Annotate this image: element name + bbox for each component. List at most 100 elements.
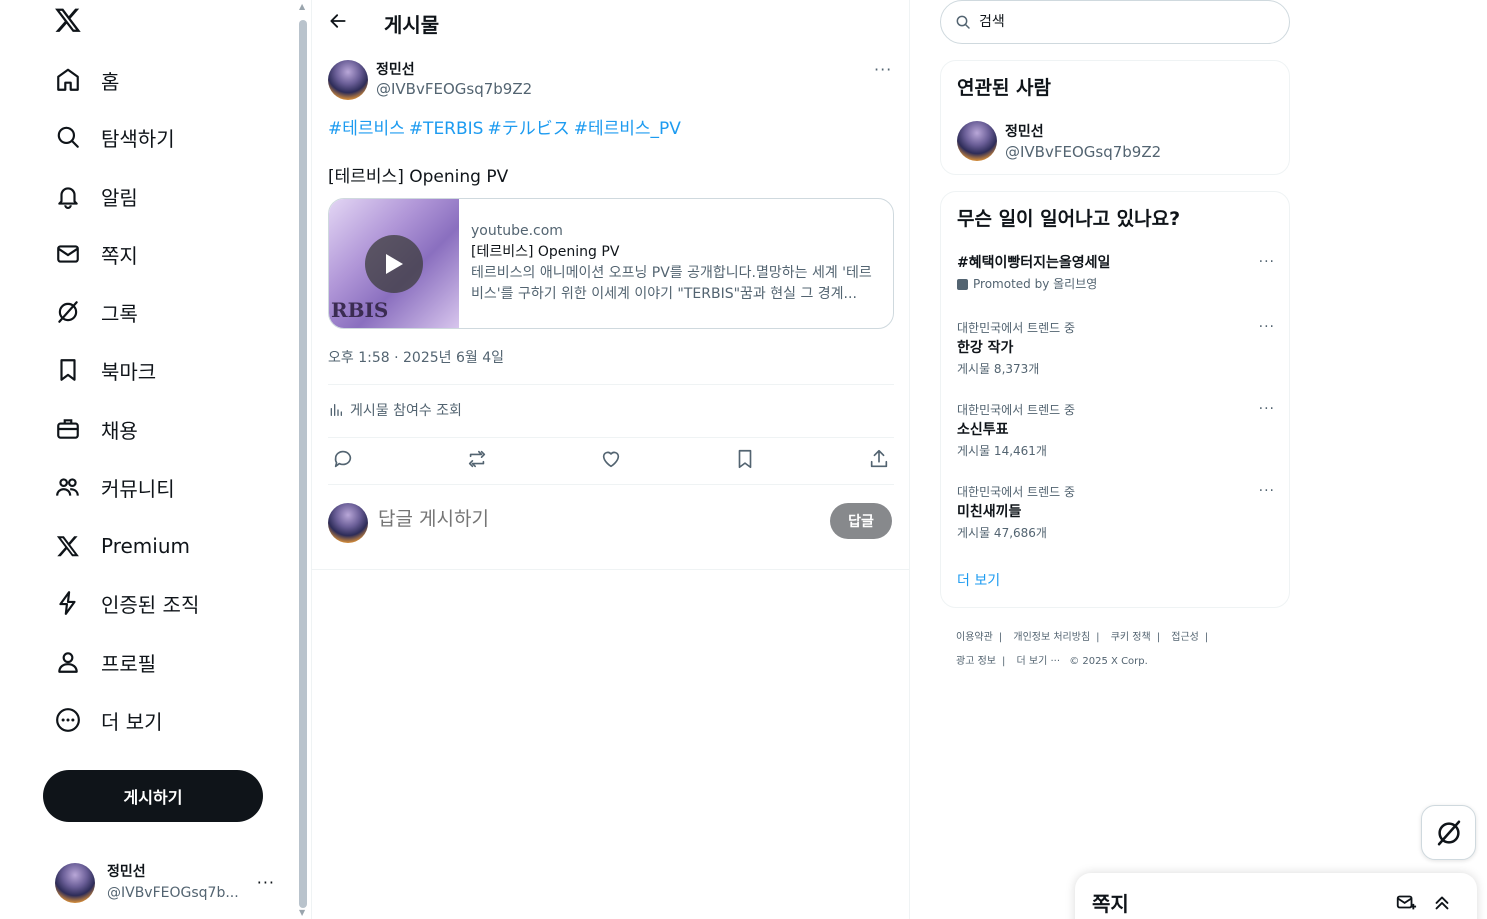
scrollbar[interactable]: ▲ ▼ xyxy=(296,0,311,919)
trend-context: 대한민국에서 트렌드 중 xyxy=(957,485,1076,499)
trend-item[interactable]: 대한민국에서 트렌드 중 한강 작가 게시물 8,373개 ··· xyxy=(957,319,1275,379)
nav-grok[interactable]: 그록 xyxy=(54,292,138,332)
nav-label: 북마크 xyxy=(101,359,157,384)
more-icon[interactable]: ··· xyxy=(1259,319,1275,335)
show-more-link[interactable]: 더 보기 xyxy=(957,570,1000,590)
post-button[interactable]: 게시하기 xyxy=(43,770,263,822)
scrollbar-thumb[interactable] xyxy=(299,20,307,908)
avatar[interactable] xyxy=(328,60,368,100)
nav-label: 홈 xyxy=(101,69,120,94)
nav-jobs[interactable]: 채용 xyxy=(54,409,138,449)
footer-link[interactable]: 쿠키 정책 xyxy=(1111,632,1151,643)
footer-link[interactable]: 더 보기 ··· xyxy=(1017,656,1061,667)
trend-item[interactable]: 대한민국에서 트렌드 중 미친새끼들 게시물 47,686개 ··· xyxy=(957,483,1275,543)
messages-drawer[interactable]: 쪽지 xyxy=(1075,873,1477,919)
more-circle-icon xyxy=(54,706,82,734)
nav-label: 커뮤니티 xyxy=(101,476,175,501)
like-icon[interactable] xyxy=(600,448,624,472)
post-engagements-link[interactable]: 게시물 참여수 조회 xyxy=(328,400,462,420)
hashtag-link[interactable]: #테르비스_PV xyxy=(574,119,681,139)
card-title: [테르비스] Opening PV xyxy=(471,244,620,260)
reply-input[interactable] xyxy=(378,508,798,530)
hashtag-link[interactable]: #テルビス xyxy=(487,119,569,139)
scroll-down-icon[interactable]: ▼ xyxy=(299,908,305,917)
trend-name: 소신투표 xyxy=(957,422,1009,438)
panel-title: 무슨 일이 일어나고 있나요? xyxy=(957,208,1181,230)
search-input[interactable] xyxy=(979,14,1269,30)
grok-float-button[interactable] xyxy=(1421,805,1476,860)
promoted-label: Promoted by 올리브영 xyxy=(957,274,1275,294)
nav-profile[interactable]: 프로필 xyxy=(54,642,156,682)
back-arrow-icon[interactable] xyxy=(328,11,350,33)
bookmark-icon xyxy=(54,356,82,384)
post-text: [테르비스] Opening PV xyxy=(328,167,509,187)
nav-communities[interactable]: 커뮤니티 xyxy=(54,467,175,507)
more-icon[interactable]: ··· xyxy=(874,60,892,79)
nav-verified-orgs[interactable]: 인증된 조직 xyxy=(54,583,199,623)
related-user-name[interactable]: 정민선 xyxy=(1005,121,1044,141)
nav-more[interactable]: 더 보기 xyxy=(54,700,163,740)
trend-item[interactable]: #혜택이빵터지는올영세일 Promoted by 올리브영 ··· xyxy=(957,252,1275,294)
x-logo-icon xyxy=(54,532,82,560)
nav-home[interactable]: 홈 xyxy=(54,60,119,100)
footer-link[interactable]: 광고 정보 xyxy=(956,656,996,667)
bookmark-icon[interactable] xyxy=(734,448,758,472)
nav-premium[interactable]: Premium xyxy=(54,526,190,566)
footer-link[interactable]: 접근성 xyxy=(1171,632,1199,643)
nav-notifications[interactable]: 알림 xyxy=(54,176,138,216)
more-icon[interactable]: ··· xyxy=(1259,254,1275,270)
avatar xyxy=(55,863,95,903)
more-icon[interactable]: ··· xyxy=(1259,401,1275,417)
grok-icon xyxy=(1434,818,1464,848)
account-name: 정민선 xyxy=(107,864,146,880)
post-author-name[interactable]: 정민선 xyxy=(376,59,415,79)
nav-label: 알림 xyxy=(101,185,138,210)
nav-label: 채용 xyxy=(101,418,138,443)
video-thumbnail[interactable]: RBIS xyxy=(329,199,459,328)
post-timestamp[interactable]: 오후 1:58 · 2025년 6월 4일 xyxy=(328,347,504,367)
hashtag-link[interactable]: #테르비스 xyxy=(328,119,405,139)
bell-icon xyxy=(54,182,82,210)
post-author-handle[interactable]: @IVBvFEOGsq7b9Z2 xyxy=(376,80,532,98)
x-logo-icon[interactable] xyxy=(54,6,84,36)
more-icon[interactable]: ··· xyxy=(257,873,275,892)
search-icon xyxy=(54,123,82,151)
analytics-icon xyxy=(328,402,350,418)
trend-context: 대한민국에서 트렌드 중 xyxy=(957,321,1076,335)
avatar[interactable] xyxy=(957,121,997,161)
reply-button[interactable]: 답글 xyxy=(830,503,892,539)
share-icon[interactable] xyxy=(868,448,892,472)
footer-link[interactable]: 이용약관 xyxy=(956,632,993,643)
hashtag-link[interactable]: #TERBIS xyxy=(409,119,484,139)
grok-icon xyxy=(54,298,82,326)
divider xyxy=(328,437,894,438)
related-user-handle[interactable]: @IVBvFEOGsq7b9Z2 xyxy=(1005,143,1161,161)
reply-icon[interactable] xyxy=(332,448,356,472)
nav-bookmarks[interactable]: 북마크 xyxy=(54,350,156,390)
account-handle: @IVBvFEOGsq7b... xyxy=(107,885,239,901)
more-icon[interactable]: ··· xyxy=(1259,483,1275,499)
footer-links: 이용약관 | 개인정보 처리방침 | 쿠키 정책 | 접근성 | 광고 정보 | 더 보기… xyxy=(956,632,1209,667)
nav-messages[interactable]: 쪽지 xyxy=(54,234,138,274)
nav-explore[interactable]: 탐색하기 xyxy=(54,117,175,157)
chevron-up-icon[interactable] xyxy=(1431,891,1453,913)
play-icon[interactable] xyxy=(365,235,423,293)
mail-icon xyxy=(54,240,82,268)
repost-icon[interactable] xyxy=(466,448,490,472)
search-box[interactable] xyxy=(940,0,1290,44)
nav-label: 인증된 조직 xyxy=(101,592,200,617)
trends-panel: 무슨 일이 일어나고 있나요? #혜택이빵터지는올영세일 Promoted by… xyxy=(940,191,1290,608)
link-card[interactable]: RBIS youtube.com [테르비스] Opening PV 테르비스의… xyxy=(328,198,894,329)
trend-item[interactable]: 대한민국에서 트렌드 중 소신투표 게시물 14,461개 ··· xyxy=(957,401,1275,461)
scroll-up-icon[interactable]: ▲ xyxy=(299,2,305,11)
footer-link[interactable]: 개인정보 처리방침 xyxy=(1013,632,1090,643)
account-switcher[interactable]: 정민선 @IVBvFEOGsq7b... ··· xyxy=(55,860,285,906)
search-icon xyxy=(955,14,971,30)
nav-label: 쪽지 xyxy=(101,243,138,268)
nav-label: 더 보기 xyxy=(101,709,163,734)
people-icon xyxy=(54,473,82,501)
trend-name: #혜택이빵터지는올영세일 xyxy=(957,255,1111,271)
new-message-icon[interactable] xyxy=(1395,891,1417,913)
card-domain: youtube.com xyxy=(471,223,563,239)
trend-count: 게시물 8,373개 xyxy=(957,362,1040,376)
